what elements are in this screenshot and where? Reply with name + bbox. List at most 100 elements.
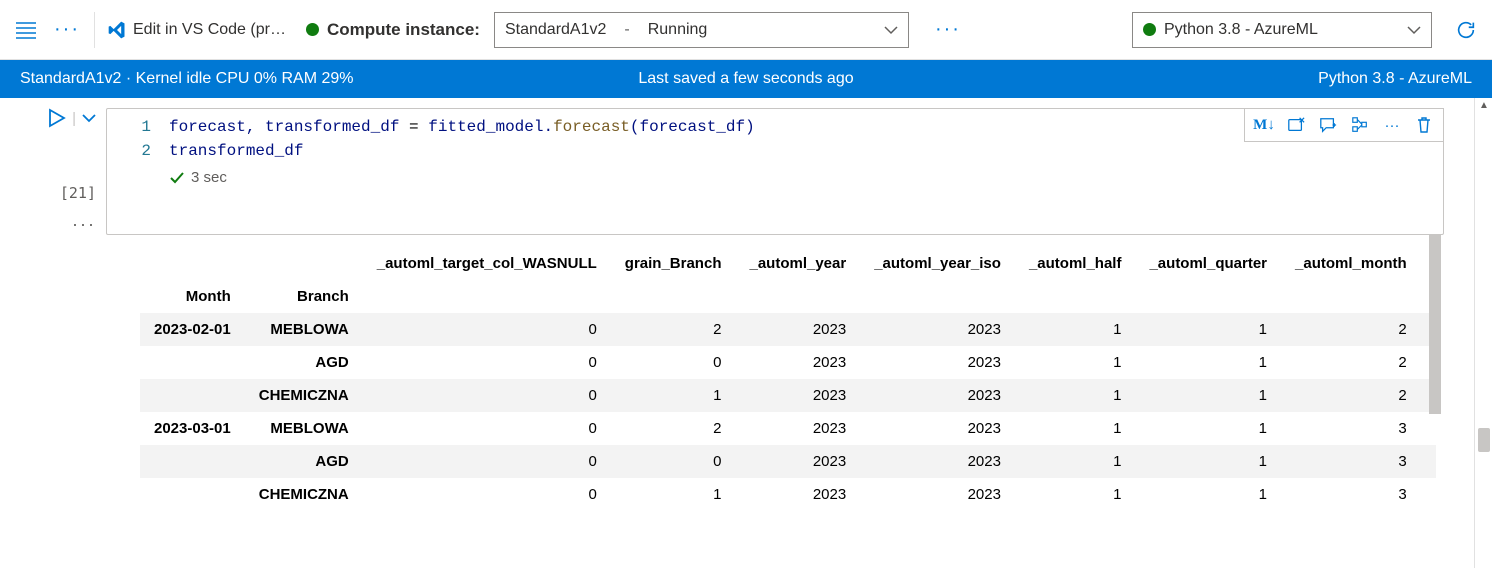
compute-status-dot-icon <box>306 23 319 36</box>
table-cell: 2023 <box>860 445 1015 478</box>
table-cell: 1 <box>1015 379 1136 412</box>
main-vertical-scrollbar[interactable]: ▲ <box>1474 98 1492 568</box>
compute-instance-text: Compute instance: <box>327 20 480 40</box>
cell-more-icon[interactable]: ··· <box>72 214 96 235</box>
table-cell: 1 <box>1135 313 1281 346</box>
column-header: _automl_half <box>1015 247 1136 280</box>
row-index-branch: AGD <box>245 346 363 379</box>
output-scroll-container[interactable]: _automl_target_col_WASNULL grain_Branch … <box>140 247 1436 511</box>
table-cell: 1 <box>1015 313 1136 346</box>
table-cell: 2 <box>1281 313 1421 346</box>
row-index-month <box>140 478 245 511</box>
row-index-month <box>140 346 245 379</box>
table-header-row: _automl_target_col_WASNULL grain_Branch … <box>140 247 1436 280</box>
dataframe-table: _automl_target_col_WASNULL grain_Branch … <box>140 247 1436 511</box>
table-cell: 1 <box>1015 412 1136 445</box>
table-cell: 2023 <box>860 313 1015 346</box>
table-cell: 2023 <box>860 478 1015 511</box>
edit-in-vscode-button[interactable]: Edit in VS Code (pr… <box>107 20 286 40</box>
scrollbar-thumb[interactable] <box>1478 428 1490 452</box>
delete-cell-icon[interactable] <box>1409 110 1439 140</box>
status-kernel-name: Python 3.8 - AzureML <box>1318 70 1472 88</box>
cell-editor[interactable]: M↓ ··· 1 <box>106 108 1444 235</box>
table-cell: 1 <box>1135 478 1281 511</box>
table-row: 2023-02-01MEBLOWA0220232023112 <box>140 313 1436 346</box>
table-cell: 2 <box>1281 379 1421 412</box>
clear-output-icon[interactable] <box>1281 110 1311 140</box>
code-editor-content[interactable]: 1 2 forecast, transformed_df = fitted_mo… <box>107 115 1443 163</box>
compute-status-text: Running <box>648 21 708 39</box>
line-number: 2 <box>119 139 151 163</box>
cell-toolbar-more-icon[interactable]: ··· <box>1377 110 1407 140</box>
menu-icon[interactable] <box>8 12 44 48</box>
cell-toolbar: M↓ ··· <box>1244 108 1444 142</box>
compute-overflow-icon[interactable]: ··· <box>933 18 963 41</box>
gutter-separator: | <box>72 110 76 127</box>
row-index-branch: MEBLOWA <box>245 313 363 346</box>
table-cell: 1 <box>611 379 736 412</box>
row-index-branch: CHEMICZNA <box>245 478 363 511</box>
table-cell: 0 <box>363 313 611 346</box>
row-index-branch: CHEMICZNA <box>245 379 363 412</box>
row-index-month: 2023-03-01 <box>140 412 245 445</box>
gather-icon[interactable] <box>1345 110 1375 140</box>
table-cell: 2 <box>611 313 736 346</box>
chevron-down-icon <box>884 25 898 35</box>
row-index-month <box>140 379 245 412</box>
cell-gutter: | [21] ··· <box>16 108 106 235</box>
separator <box>94 12 95 48</box>
run-menu-chevron-icon[interactable] <box>82 113 96 123</box>
index-name-branch: Branch <box>245 280 363 313</box>
top-toolbar: ··· Edit in VS Code (pr… Compute instanc… <box>0 0 1492 60</box>
table-cell: 2023 <box>735 379 860 412</box>
table-cell: 0 <box>611 445 736 478</box>
execution-time: 3 sec <box>191 169 227 186</box>
column-header: _automl_target_col_WASNULL <box>363 247 611 280</box>
table-cell: 0 <box>363 412 611 445</box>
table-cell: 1 <box>1135 379 1281 412</box>
table-cell: 2023 <box>860 346 1015 379</box>
edit-in-vscode-label: Edit in VS Code (pr… <box>133 21 286 39</box>
row-index-month: 2023-02-01 <box>140 313 245 346</box>
compute-instance-select[interactable]: StandardA1v2 - Running <box>494 12 909 48</box>
line-number: 1 <box>119 115 151 139</box>
table-cell: 3 <box>1281 412 1421 445</box>
refresh-icon[interactable] <box>1448 12 1484 48</box>
table-cell: 1 <box>1015 346 1136 379</box>
convert-to-markdown-button[interactable]: M↓ <box>1249 110 1279 140</box>
column-header: _automl_year_iso <box>860 247 1015 280</box>
column-header: _automl_quarter <box>1135 247 1281 280</box>
compute-separator: - <box>624 21 629 39</box>
column-header: grain_Branch <box>611 247 736 280</box>
status-last-saved: Last saved a few seconds ago <box>638 70 853 88</box>
kernel-select[interactable]: Python 3.8 - AzureML <box>1132 12 1432 48</box>
table-cell: 2023 <box>735 478 860 511</box>
table-row: AGD0020232023113 <box>140 445 1436 478</box>
table-cell: 2023 <box>735 346 860 379</box>
scroll-up-icon[interactable]: ▲ <box>1479 100 1489 111</box>
table-cell: 1 <box>1135 346 1281 379</box>
table-cell: 1 <box>1135 445 1281 478</box>
table-row: CHEMICZNA0120232023113 <box>140 478 1436 511</box>
vscode-icon <box>107 20 127 40</box>
table-cell: 2023 <box>735 445 860 478</box>
table-cell: 2023 <box>735 412 860 445</box>
add-comment-icon[interactable] <box>1313 110 1343 140</box>
chevron-down-icon <box>1407 25 1421 35</box>
table-index-header-row: Month Branch <box>140 280 1436 313</box>
row-index-branch: AGD <box>245 445 363 478</box>
table-cell: 2 <box>611 412 736 445</box>
row-index-branch: MEBLOWA <box>245 412 363 445</box>
row-index-month <box>140 445 245 478</box>
table-cell: 2023 <box>860 412 1015 445</box>
table-cell: 1 <box>1015 445 1136 478</box>
index-name-month: Month <box>140 280 245 313</box>
check-icon <box>169 171 185 185</box>
overflow-menu-icon[interactable]: ··· <box>52 18 82 41</box>
table-cell: 0 <box>363 346 611 379</box>
table-cell: 2 <box>1281 346 1421 379</box>
table-cell: 0 <box>363 478 611 511</box>
run-cell-button[interactable] <box>48 108 66 128</box>
status-bar: StandardA1v2 · Kernel idle CPU 0% RAM 29… <box>0 60 1492 98</box>
output-vertical-scrollbar[interactable] <box>1426 235 1444 511</box>
